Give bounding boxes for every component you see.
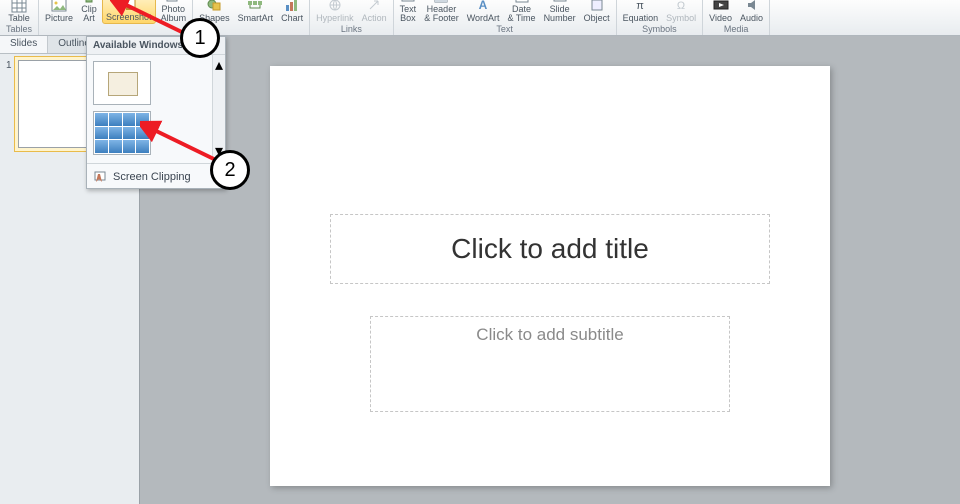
table-button[interactable]: Table bbox=[8, 0, 30, 23]
chart-button[interactable]: Chart bbox=[281, 0, 303, 23]
table-icon bbox=[11, 0, 27, 13]
table-label: Table bbox=[8, 14, 30, 23]
svg-text:A: A bbox=[479, 0, 488, 12]
svg-text:A: A bbox=[405, 0, 411, 1]
title-placeholder[interactable]: Click to add title bbox=[330, 214, 770, 284]
smartart-icon bbox=[247, 0, 263, 13]
action-button[interactable]: Action bbox=[362, 0, 387, 23]
action-icon bbox=[366, 0, 382, 13]
chart-icon bbox=[284, 0, 300, 13]
group-symbols: πEquation ΩSymbol Symbols bbox=[617, 0, 704, 35]
group-media-label: Media bbox=[724, 24, 749, 34]
audio-button[interactable]: Audio bbox=[740, 0, 763, 23]
hyperlink-button[interactable]: Hyperlink bbox=[316, 0, 354, 23]
hyperlink-icon bbox=[327, 0, 343, 13]
symbol-icon: Ω bbox=[673, 0, 689, 13]
svg-text:#: # bbox=[561, 0, 565, 2]
group-text: AText Box Header & Footer AWordArt Date … bbox=[394, 0, 617, 35]
object-button[interactable]: Object bbox=[584, 0, 610, 23]
svg-text:Ω: Ω bbox=[677, 0, 685, 12]
smartart-button[interactable]: SmartArt bbox=[238, 0, 274, 23]
svg-text:π: π bbox=[637, 0, 645, 12]
workspace: Slides Outline 1 Click to add title Clic… bbox=[0, 36, 960, 504]
group-links: Hyperlink Action Links bbox=[310, 0, 394, 35]
group-tables: Table Tables bbox=[0, 0, 39, 35]
headerfooter-button[interactable]: Header & Footer bbox=[424, 0, 459, 23]
textbox-button[interactable]: AText Box bbox=[400, 0, 417, 23]
annotation-callout-2: 2 bbox=[210, 150, 250, 190]
picture-button[interactable]: Picture bbox=[45, 0, 73, 23]
screen-clipping-label: Screen Clipping bbox=[113, 171, 191, 183]
audio-icon bbox=[744, 0, 760, 13]
datetime-button[interactable]: Date & Time bbox=[508, 0, 536, 23]
title-placeholder-text: Click to add title bbox=[451, 233, 649, 265]
wordart-button[interactable]: AWordArt bbox=[467, 0, 500, 23]
slide[interactable]: Click to add title Click to add subtitle bbox=[270, 66, 830, 486]
group-links-label: Links bbox=[341, 24, 362, 34]
slide-canvas: Click to add title Click to add subtitle bbox=[140, 36, 960, 504]
annotation-callout-1: 1 bbox=[180, 18, 220, 58]
available-window-1[interactable] bbox=[93, 61, 151, 105]
screen-clipping-icon bbox=[93, 170, 107, 184]
thumb-number: 1 bbox=[6, 60, 14, 148]
subtitle-placeholder[interactable]: Click to add subtitle bbox=[370, 316, 730, 412]
scroll-up-icon: ▴ bbox=[215, 55, 223, 75]
group-tables-label: Tables bbox=[6, 24, 32, 34]
shapes-icon bbox=[206, 0, 222, 13]
clipart-button[interactable]: Clip Art bbox=[81, 0, 97, 23]
equation-button[interactable]: πEquation bbox=[623, 0, 659, 23]
video-button[interactable]: Video bbox=[709, 0, 732, 23]
video-icon bbox=[713, 0, 729, 13]
group-symbols-label: Symbols bbox=[642, 24, 677, 34]
group-media: Video Audio Media bbox=[703, 0, 770, 35]
equation-icon: π bbox=[632, 0, 648, 13]
tab-slides[interactable]: Slides bbox=[0, 36, 48, 53]
picture-icon bbox=[51, 0, 67, 13]
wordart-icon: A bbox=[475, 0, 491, 13]
symbol-button[interactable]: ΩSymbol bbox=[666, 0, 696, 23]
group-text-label: Text bbox=[496, 24, 513, 34]
slidenumber-button[interactable]: #Slide Number bbox=[544, 0, 576, 23]
object-icon bbox=[589, 0, 605, 13]
subtitle-placeholder-text: Click to add subtitle bbox=[476, 325, 623, 345]
